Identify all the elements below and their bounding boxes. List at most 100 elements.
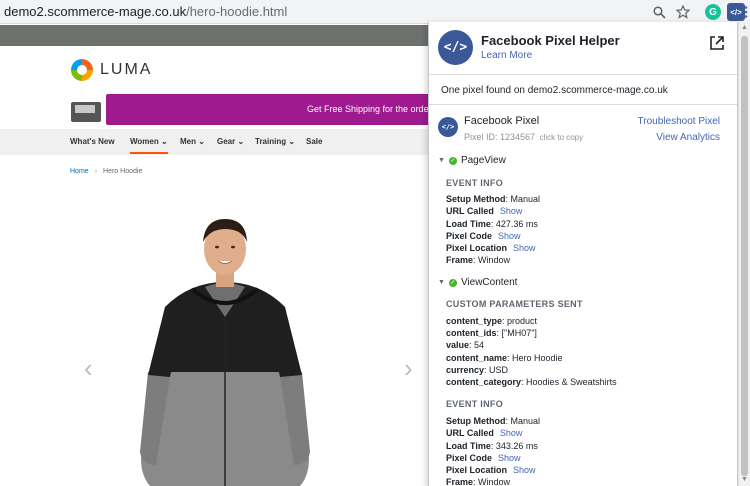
nav-whats-new[interactable]: What's New bbox=[70, 137, 115, 146]
chevron-down-icon: ⌄ bbox=[160, 137, 168, 146]
section-title: EVENT INFO bbox=[446, 178, 504, 188]
row-key: Pixel Location bbox=[446, 465, 508, 475]
info-row: URL Called Show bbox=[446, 428, 522, 438]
nav-training-label: Training bbox=[255, 137, 287, 146]
row-value: Manual bbox=[510, 416, 541, 426]
star-icon[interactable] bbox=[674, 3, 692, 21]
scroll-down-icon[interactable]: ▼ bbox=[741, 476, 748, 483]
show-link[interactable]: Show bbox=[498, 231, 521, 241]
pixel-id-label: Pixel ID: 1234567 bbox=[464, 132, 536, 142]
nav-men[interactable]: Men ⌄ bbox=[180, 137, 205, 146]
param-row: content_category: Hoodies & Sweatshirts bbox=[446, 377, 617, 387]
info-row: Pixel Code Show bbox=[446, 231, 521, 241]
row-value: 343.26 ms bbox=[495, 441, 538, 451]
expand-triangle-icon: ▼ bbox=[438, 279, 445, 286]
show-link[interactable]: Show bbox=[513, 465, 536, 475]
row-key: URL Called bbox=[446, 428, 494, 438]
browser-toolbar: demo2.scommerce-mage.co.uk/hero-hoodie.h… bbox=[0, 0, 750, 24]
row-value: ["MH07"] bbox=[501, 328, 537, 338]
breadcrumb-home[interactable]: Home bbox=[70, 168, 89, 175]
check-icon: ✓ bbox=[448, 156, 457, 165]
row-value: Window bbox=[478, 477, 511, 486]
chevron-down-icon: ⌄ bbox=[198, 137, 205, 146]
chevron-down-icon: ⌄ bbox=[237, 137, 245, 146]
nav-men-label: Men bbox=[180, 137, 196, 146]
check-icon: ✓ bbox=[448, 278, 457, 287]
show-link[interactable]: Show bbox=[500, 428, 523, 438]
nav-sale[interactable]: Sale bbox=[306, 137, 322, 146]
troubleshoot-pixel-link[interactable]: Troubleshoot Pixel bbox=[638, 116, 720, 127]
info-row: Pixel Code Show bbox=[446, 453, 521, 463]
row-key: Load Time bbox=[446, 219, 491, 229]
pixel-found-summary: One pixel found on demo2.scommerce-mage.… bbox=[441, 85, 668, 96]
nav-training[interactable]: Training ⌄ bbox=[255, 137, 295, 146]
nav-gear[interactable]: Gear ⌄ bbox=[217, 137, 244, 146]
pixel-logo-icon: </> bbox=[438, 117, 458, 137]
info-row: Load Time: 427.36 ms bbox=[446, 219, 538, 229]
search-icon[interactable] bbox=[650, 3, 668, 21]
row-key: Frame bbox=[446, 255, 474, 265]
info-row: Frame: Window bbox=[446, 477, 511, 486]
click-to-copy[interactable]: click to copy bbox=[540, 133, 584, 142]
promo-text: Get Free Shipping for the order ov bbox=[307, 104, 436, 114]
event-viewcontent[interactable]: ▼ ✓ ViewContent bbox=[438, 277, 517, 288]
row-value: Window bbox=[478, 255, 511, 265]
logo-text: LUMA bbox=[100, 61, 153, 78]
address-bar[interactable]: demo2.scommerce-mage.co.uk/hero-hoodie.h… bbox=[4, 4, 287, 19]
row-key: Frame bbox=[446, 477, 474, 486]
expand-triangle-icon: ▼ bbox=[438, 157, 445, 164]
luma-logo-icon bbox=[71, 59, 93, 81]
param-row: content_name: Hero Hoodie bbox=[446, 353, 563, 363]
external-link-icon[interactable] bbox=[709, 35, 725, 56]
scroll-up-icon[interactable]: ▲ bbox=[741, 24, 748, 31]
row-value: Hero Hoodie bbox=[512, 353, 563, 363]
show-link[interactable]: Show bbox=[500, 206, 523, 216]
grammarly-icon[interactable]: G bbox=[704, 3, 722, 21]
row-key: URL Called bbox=[446, 206, 494, 216]
info-row: URL Called Show bbox=[446, 206, 522, 216]
learn-more-link[interactable]: Learn More bbox=[481, 50, 532, 61]
info-row: Pixel Location Show bbox=[446, 465, 536, 475]
row-value: 54 bbox=[474, 340, 485, 350]
scrollbar-thumb[interactable] bbox=[741, 36, 748, 476]
pixel-helper-logo-icon: </> bbox=[438, 30, 473, 65]
nav-gear-label: Gear bbox=[217, 137, 236, 146]
pixel-helper-popup: </> Facebook Pixel Helper Learn More One… bbox=[428, 22, 738, 486]
category-nav: What's New Women ⌄ Men ⌄ Gear ⌄ Training… bbox=[0, 129, 430, 155]
row-key: Pixel Code bbox=[446, 231, 493, 241]
info-row: Setup Method: Manual bbox=[446, 416, 541, 426]
gallery-prev-arrow[interactable]: ‹ bbox=[84, 353, 93, 384]
row-value: USD bbox=[489, 365, 509, 375]
section-title: CUSTOM PARAMETERS SENT bbox=[446, 299, 583, 309]
row-key: Setup Method bbox=[446, 416, 506, 426]
chevron-down-icon: ⌄ bbox=[288, 137, 296, 146]
divider bbox=[429, 104, 737, 105]
promo-banner[interactable]: Get Free Shipping for the order ov bbox=[106, 94, 436, 125]
row-value: product bbox=[507, 316, 538, 326]
nav-women[interactable]: Women ⌄ bbox=[130, 137, 168, 154]
show-link[interactable]: Show bbox=[498, 453, 521, 463]
param-row: value: 54 bbox=[446, 340, 485, 350]
row-key: currency bbox=[446, 365, 485, 375]
luma-logo[interactable]: LUMA bbox=[71, 59, 152, 81]
param-row: currency: USD bbox=[446, 365, 509, 375]
url-host: demo2.scommerce-mage.co.uk bbox=[4, 4, 187, 19]
popup-scrollbar[interactable]: ▲ ▼ bbox=[738, 22, 750, 486]
breadcrumb-current: Hero Hoodie bbox=[103, 168, 143, 175]
info-row: Pixel Location Show bbox=[446, 243, 536, 253]
row-value: Manual bbox=[510, 194, 541, 204]
show-link[interactable]: Show bbox=[513, 243, 536, 253]
row-value: 427.36 ms bbox=[495, 219, 538, 229]
view-analytics-link[interactable]: View Analytics bbox=[656, 132, 720, 143]
row-key: Pixel Code bbox=[446, 453, 493, 463]
product-image bbox=[140, 219, 310, 486]
row-key: Load Time bbox=[446, 441, 491, 451]
menu-icon[interactable] bbox=[741, 3, 750, 21]
row-key: value bbox=[446, 340, 470, 350]
info-row: Load Time: 343.26 ms bbox=[446, 441, 538, 451]
row-key: content_type bbox=[446, 316, 503, 326]
section-title: EVENT INFO bbox=[446, 399, 504, 409]
gallery-next-arrow[interactable]: › bbox=[404, 353, 413, 384]
event-pageview[interactable]: ▼ ✓ PageView bbox=[438, 155, 506, 166]
param-row: content_ids: ["MH07"] bbox=[446, 328, 537, 338]
